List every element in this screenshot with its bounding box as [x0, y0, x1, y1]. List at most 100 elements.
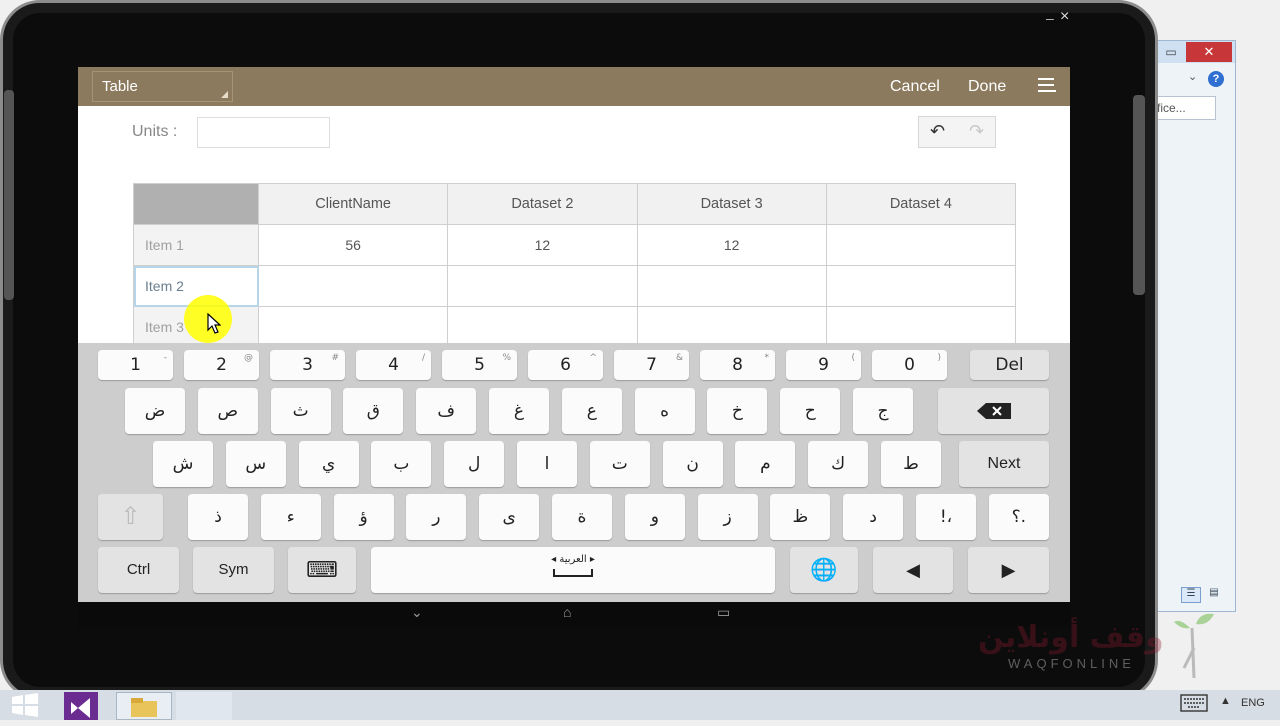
- letter-key[interactable]: غ: [489, 388, 549, 434]
- tiles-view-icon[interactable]: ▤: [1204, 587, 1224, 603]
- right-arrow-key[interactable]: ▶: [968, 547, 1049, 593]
- hide-keyboard-icon[interactable]: ⌄: [411, 604, 423, 621]
- letter-key[interactable]: ؟.: [988, 494, 1049, 540]
- letter-key[interactable]: ر: [406, 494, 467, 540]
- recent-apps-icon[interactable]: ▭: [717, 604, 730, 621]
- letter-key[interactable]: ح: [780, 388, 841, 434]
- left-arrow-key[interactable]: ◀: [873, 547, 953, 593]
- number-key[interactable]: 2 @: [184, 350, 259, 380]
- letter-key[interactable]: ع: [561, 388, 622, 434]
- home-icon[interactable]: ⌂: [563, 604, 571, 620]
- input-language-indicator[interactable]: ENG: [1241, 697, 1265, 709]
- letter-key[interactable]: ف: [416, 388, 477, 434]
- touch-keyboard-icon[interactable]: [1180, 694, 1208, 712]
- letter-key[interactable]: !،: [916, 494, 976, 540]
- letter-key[interactable]: ص: [197, 388, 258, 434]
- letter-key[interactable]: ظ: [770, 494, 831, 540]
- number-key[interactable]: 4/: [356, 350, 431, 380]
- letter-key[interactable]: س: [225, 441, 286, 487]
- letter-key[interactable]: ء: [260, 494, 321, 540]
- column-header[interactable]: ClientName: [257, 183, 449, 225]
- table-cell[interactable]: [825, 306, 1017, 348]
- number-key[interactable]: 9(: [786, 350, 861, 380]
- units-input[interactable]: [197, 117, 330, 148]
- letter-key[interactable]: خ: [707, 388, 768, 434]
- units-label: Units :: [132, 123, 178, 140]
- show-hidden-icons-icon[interactable]: ▲: [1220, 695, 1231, 707]
- letter-key[interactable]: ش: [153, 441, 213, 487]
- number-key[interactable]: 3 #: [270, 350, 345, 380]
- number-key[interactable]: 7 &: [614, 350, 689, 380]
- column-header[interactable]: Dataset 4: [825, 183, 1017, 225]
- backspace-key[interactable]: [938, 388, 1049, 434]
- hamburger-menu-icon[interactable]: [1038, 78, 1056, 94]
- letter-key[interactable]: د: [843, 494, 904, 540]
- host-close-button[interactable]: ✕: [1186, 42, 1232, 62]
- windows-start-icon[interactable]: [10, 693, 40, 717]
- table-type-dropdown[interactable]: Table: [92, 71, 233, 102]
- letter-key[interactable]: ث: [270, 388, 331, 434]
- shift-icon[interactable]: ⇧: [98, 494, 163, 540]
- letter-key[interactable]: ة: [552, 494, 612, 540]
- table-cell[interactable]: [257, 306, 449, 348]
- number-key[interactable]: 0): [872, 350, 947, 380]
- letter-key[interactable]: ب: [371, 441, 432, 487]
- watermark-latin: WAQFONLINE: [1008, 656, 1135, 671]
- letter-key[interactable]: ى: [479, 494, 540, 540]
- visual-studio-icon[interactable]: [64, 692, 98, 720]
- letter-key[interactable]: و: [624, 494, 685, 540]
- number-key[interactable]: 1-: [98, 350, 173, 380]
- letter-key[interactable]: ل: [444, 441, 505, 487]
- space-bar[interactable]: ◂ العربية ▸: [371, 547, 775, 593]
- letter-key[interactable]: ه: [634, 388, 695, 434]
- chevron-down-icon[interactable]: ⌄: [1188, 70, 1197, 83]
- letter-key[interactable]: ي: [298, 441, 359, 487]
- table-cell[interactable]: 56: [257, 224, 449, 266]
- letter-key[interactable]: ت: [589, 441, 650, 487]
- table-cell[interactable]: [636, 265, 827, 307]
- globe-icon[interactable]: 🌐: [790, 547, 858, 593]
- column-header[interactable]: Dataset 3: [636, 183, 827, 225]
- table-cell[interactable]: [257, 265, 449, 307]
- redo-icon[interactable]: ↷: [957, 116, 996, 148]
- letter-key[interactable]: ط: [881, 441, 941, 487]
- letter-key[interactable]: ز: [697, 494, 758, 540]
- letter-key[interactable]: ج: [853, 388, 913, 434]
- help-icon[interactable]: ?: [1208, 71, 1224, 87]
- table-cell[interactable]: [825, 265, 1017, 307]
- file-explorer-icon[interactable]: [116, 692, 172, 720]
- column-header[interactable]: Dataset 2: [447, 183, 638, 225]
- number-key[interactable]: 5%: [442, 350, 517, 380]
- letter-key[interactable]: ك: [808, 441, 869, 487]
- host-search-input[interactable]: fice...: [1152, 96, 1216, 120]
- number-key[interactable]: 6 ^: [528, 350, 603, 380]
- letter-key[interactable]: ق: [343, 388, 404, 434]
- letter-key[interactable]: ا: [517, 441, 577, 487]
- taskbar-app-icon[interactable]: [176, 692, 232, 720]
- delete-key[interactable]: Del: [970, 350, 1049, 380]
- letter-key[interactable]: ؤ: [333, 494, 394, 540]
- next-key[interactable]: Next: [959, 441, 1049, 487]
- keyboard-settings-icon[interactable]: ⌨: [288, 547, 356, 593]
- table-cell[interactable]: [447, 265, 638, 307]
- table-cell[interactable]: [447, 306, 638, 348]
- done-button[interactable]: Done: [968, 67, 1006, 106]
- cancel-button[interactable]: Cancel: [890, 67, 940, 106]
- letter-key[interactable]: ذ: [188, 494, 248, 540]
- details-view-icon[interactable]: ☰: [1181, 587, 1201, 603]
- table-cell[interactable]: 12: [636, 224, 827, 266]
- table-cell[interactable]: [636, 306, 827, 348]
- letter-key[interactable]: ض: [125, 388, 185, 434]
- letter-key[interactable]: م: [735, 441, 796, 487]
- row-header[interactable]: Item 1: [133, 224, 259, 266]
- host-minimize-button[interactable]: ▭: [1160, 42, 1182, 62]
- table-cell[interactable]: 12: [447, 224, 638, 266]
- table-cell[interactable]: [825, 224, 1017, 266]
- number-key[interactable]: 8 *: [700, 350, 775, 380]
- sym-key[interactable]: Sym: [193, 547, 274, 593]
- emulator-close-button[interactable]: ×: [1060, 8, 1069, 26]
- ctrl-key[interactable]: Ctrl: [98, 547, 179, 593]
- letter-key[interactable]: ن: [662, 441, 723, 487]
- undo-icon[interactable]: ↶: [918, 116, 957, 148]
- emulator-minimize-button[interactable]: –: [1046, 10, 1054, 26]
